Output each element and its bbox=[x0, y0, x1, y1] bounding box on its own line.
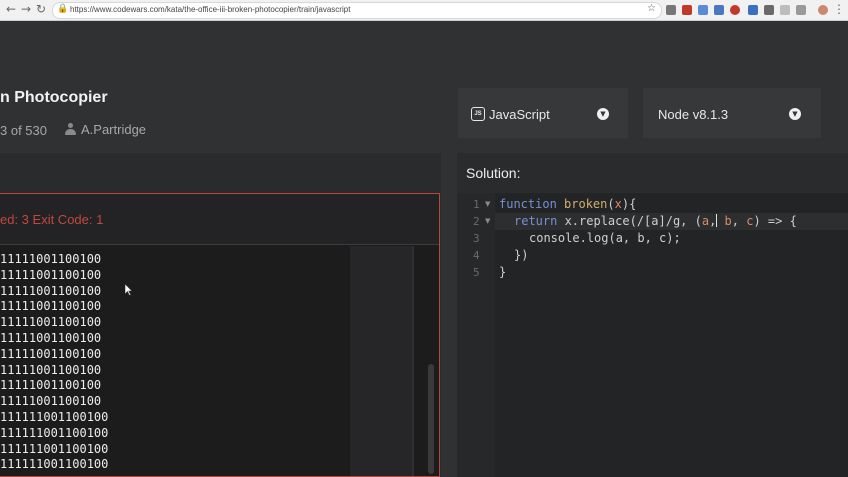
code-line-5: } bbox=[499, 265, 507, 279]
output-line: 11111001100100 bbox=[0, 330, 102, 345]
output-line: 11111001100100 bbox=[0, 378, 102, 393]
kata-title: n Photocopier bbox=[0, 89, 108, 106]
lock-icon: 🔒 bbox=[57, 4, 69, 14]
extension-icon[interactable] bbox=[666, 5, 676, 15]
language-select[interactable]: JS JavaScript ▼ bbox=[458, 88, 628, 138]
cloud-icon[interactable] bbox=[796, 5, 806, 15]
punctuation: ( bbox=[607, 197, 615, 211]
language-label: JavaScript bbox=[489, 107, 550, 122]
keyword: function bbox=[499, 197, 557, 211]
solution-label: Solution: bbox=[466, 165, 521, 181]
extension-icon[interactable] bbox=[730, 5, 740, 15]
extension-icon[interactable] bbox=[714, 5, 724, 15]
output-line: 11111001100100 bbox=[0, 252, 102, 266]
code-text: ) => { bbox=[753, 214, 797, 228]
editor-gutter: 1 ▼ 2 ▼ 3 4 5 bbox=[457, 193, 495, 477]
output-console[interactable]: ed: 3 Exit Code: 1 11111001100100 1111100… bbox=[0, 193, 440, 477]
line-number: 2 bbox=[473, 215, 480, 228]
reload-icon[interactable]: ↻ bbox=[34, 2, 48, 16]
param: a bbox=[701, 214, 710, 228]
output-scrollbar[interactable] bbox=[428, 364, 434, 474]
rank-total: of 530 bbox=[7, 123, 47, 138]
back-icon[interactable]: ← bbox=[4, 2, 18, 16]
extension-icon[interactable] bbox=[780, 5, 790, 15]
output-shading bbox=[350, 246, 412, 476]
code-editor[interactable]: 1 ▼ 2 ▼ 3 4 5 function broken(x){ return… bbox=[457, 193, 848, 477]
fold-arrow-icon[interactable]: ▼ bbox=[485, 200, 490, 208]
code-line-1: function broken(x){ bbox=[499, 197, 636, 211]
author-name: A.Partridge bbox=[81, 122, 147, 137]
output-line: 11111001100100 bbox=[0, 283, 102, 298]
star-icon[interactable]: ☆ bbox=[647, 3, 656, 14]
extension-icon[interactable] bbox=[682, 5, 692, 15]
output-line: 11111001100100 bbox=[0, 346, 102, 361]
function-name: broken bbox=[564, 197, 608, 211]
punctuation: , bbox=[731, 214, 747, 228]
extension-icon[interactable] bbox=[764, 5, 774, 15]
param: b bbox=[717, 214, 732, 228]
line-number: 1 bbox=[473, 198, 480, 211]
output-line: 11111001100100 bbox=[0, 299, 102, 314]
punctuation: ){ bbox=[621, 197, 637, 211]
output-line: 11111001100100 bbox=[0, 267, 102, 282]
output-line: 111111001100100 bbox=[0, 425, 109, 440]
menu-icon[interactable]: ⋮ bbox=[832, 2, 846, 16]
chevron-down-icon: ▼ bbox=[597, 108, 609, 120]
output-line: 111111001100100 bbox=[0, 409, 109, 424]
line-number: 3 bbox=[473, 232, 480, 245]
output-line: 111111001100100 bbox=[0, 441, 109, 456]
output-divider bbox=[412, 246, 414, 476]
extension-icon[interactable] bbox=[698, 5, 708, 15]
output-line: 11111001100100 bbox=[0, 362, 102, 377]
code-line-2: return x.replace(/[a]/g, (a, b, c) => { bbox=[514, 214, 797, 228]
line-number: 4 bbox=[473, 249, 480, 262]
code-line-4: }) bbox=[514, 248, 529, 262]
punctuation: , bbox=[709, 214, 717, 228]
kata-rank: 3 of 530 bbox=[0, 123, 47, 138]
line-number: 5 bbox=[473, 266, 480, 279]
browser-toolbar: ← → ↻ 🔒 https://www.codewars.com/kata/th… bbox=[0, 0, 848, 21]
url-text: https://www.codewars.com/kata/the-office… bbox=[70, 5, 351, 14]
address-bar[interactable]: 🔒 https://www.codewars.com/kata/the-offi… bbox=[52, 2, 662, 19]
profile-avatar[interactable] bbox=[818, 5, 828, 15]
code-line-3: console.log(a, b, c); bbox=[529, 231, 681, 245]
code-text: x.replace(/[a]/g, ( bbox=[557, 214, 702, 228]
version-label: Node v8.1.3 bbox=[658, 107, 729, 122]
extension-icon[interactable] bbox=[748, 5, 758, 15]
param: x bbox=[614, 197, 622, 211]
output-lines: 11111001100100 11111001100100 111110011001… bbox=[0, 252, 108, 473]
mouse-cursor-icon bbox=[125, 284, 133, 296]
output-line: 111111001100100 bbox=[0, 457, 109, 472]
javascript-icon: JS bbox=[471, 107, 485, 121]
output-line: 11111001100100 bbox=[0, 394, 102, 409]
chevron-down-icon: ▼ bbox=[789, 108, 801, 120]
fold-arrow-icon[interactable]: ▼ bbox=[485, 217, 490, 225]
output-line: 11111001100100 bbox=[0, 315, 102, 330]
version-select[interactable]: Node v8.1.3 ▼ bbox=[643, 88, 821, 138]
output-header: ed: 3 Exit Code: 1 bbox=[0, 194, 439, 245]
user-icon bbox=[64, 123, 77, 136]
kata-author[interactable]: A.Partridge bbox=[64, 122, 146, 137]
forward-icon[interactable]: → bbox=[19, 2, 33, 16]
output-status: ed: 3 Exit Code: 1 bbox=[0, 212, 104, 227]
keyword: return bbox=[514, 214, 558, 228]
